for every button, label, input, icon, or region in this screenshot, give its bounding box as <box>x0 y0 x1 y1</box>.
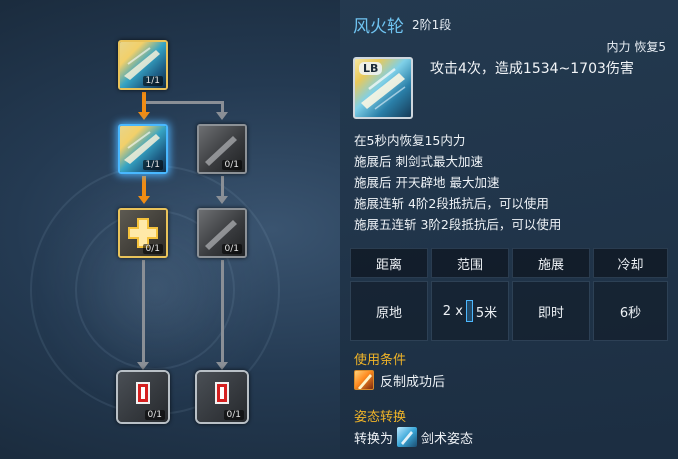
stat-header-cooldown: 冷却 <box>593 248 668 278</box>
stats-grid: 距离 范围 施展 冷却 原地 2 x 5米 即时 6秒 <box>350 248 668 342</box>
stat-header-cast: 施展 <box>512 248 590 278</box>
stat-value-cooldown: 6秒 <box>593 281 668 341</box>
skill-point-count: 0/1 <box>144 410 165 420</box>
skill-name: 风火轮 <box>353 17 404 37</box>
skill-icon: LB <box>353 57 413 119</box>
tree-arrow <box>216 112 228 120</box>
skill-node-root[interactable]: 1/1 <box>118 40 168 90</box>
stance-row: 转换为 剑术姿态 <box>354 426 473 448</box>
skill-node-final[interactable]: 0/1 <box>116 370 170 424</box>
skill-detail-panel: 风火轮 2阶1段 内力 恢复5 LB 攻击4次，造成1534~1703伤害 在5… <box>340 0 678 459</box>
counter-success-icon <box>354 370 374 390</box>
skill-node-upgrade[interactable]: 0/1 <box>118 208 168 258</box>
effect-line: 施展连斩 4阶2段抵抗后，可以使用 <box>354 196 549 211</box>
stance-prefix: 转换为 <box>354 431 394 447</box>
tree-connector-active <box>142 176 146 198</box>
skill-node-locked[interactable]: 0/1 <box>197 208 247 258</box>
effect-line: 施展后 刺剑式最大加速 <box>354 154 483 169</box>
tree-connector <box>221 176 224 198</box>
skill-point-count: 0/1 <box>221 244 242 254</box>
stance-label: 姿态转换 <box>354 410 407 425</box>
skill-point-count: 0/1 <box>221 160 242 170</box>
stat-value-distance: 原地 <box>350 281 428 341</box>
skill-tree-panel: 1/1 1/1 0/1 0/1 0/1 0/1 0/1 <box>0 0 340 459</box>
effect-line: 施展五连斩 3阶2段抵抗后，可以使用 <box>354 217 562 232</box>
tree-connector <box>146 101 224 104</box>
stance-text: 剑术姿态 <box>421 431 474 447</box>
range-suffix: 5米 <box>475 305 498 321</box>
condition-text: 反制成功后 <box>380 374 446 390</box>
stat-header-distance: 距离 <box>350 248 428 278</box>
skill-window: 1/1 1/1 0/1 0/1 0/1 0/1 0/1 风火轮 2阶1段 内力 … <box>0 0 678 459</box>
condition-label: 使用条件 <box>354 353 407 368</box>
energy-recover: 内力 恢复5 <box>606 40 666 54</box>
skill-point-count: 1/1 <box>142 76 163 86</box>
range-shape-icon <box>465 300 473 322</box>
skill-node-final[interactable]: 0/1 <box>195 370 249 424</box>
skill-point-count: 1/1 <box>142 160 163 170</box>
stat-value-cast: 即时 <box>512 281 590 341</box>
range-prefix: 2 x <box>442 303 463 319</box>
tree-arrow <box>137 362 149 370</box>
effect-line: 在5秒内恢复15内力 <box>354 133 466 148</box>
effect-list: 在5秒内恢复15内力 施展后 刺剑式最大加速 施展后 开天辟地 最大加速 施展连… <box>354 130 561 235</box>
tree-connector <box>142 260 145 364</box>
sword-stance-icon <box>397 427 418 447</box>
skill-node-locked[interactable]: 0/1 <box>197 124 247 174</box>
stat-header-range: 范围 <box>431 248 509 278</box>
tree-arrow <box>216 196 228 204</box>
tree-arrow-active <box>138 112 150 120</box>
effect-line: 施展后 开天辟地 最大加速 <box>354 175 500 190</box>
tree-arrow-active <box>138 196 150 204</box>
damage-text: 攻击4次，造成1534~1703伤害 <box>430 61 634 77</box>
skill-point-count: 0/1 <box>223 410 244 420</box>
tree-connector <box>221 260 224 364</box>
condition-row: 反制成功后 <box>354 369 445 391</box>
skill-point-count: 0/1 <box>142 244 163 254</box>
skill-rank: 2阶1段 <box>412 18 452 32</box>
skill-node-selected[interactable]: 1/1 <box>118 124 168 174</box>
tree-arrow <box>216 362 228 370</box>
stat-value-range: 2 x 5米 <box>431 281 509 341</box>
